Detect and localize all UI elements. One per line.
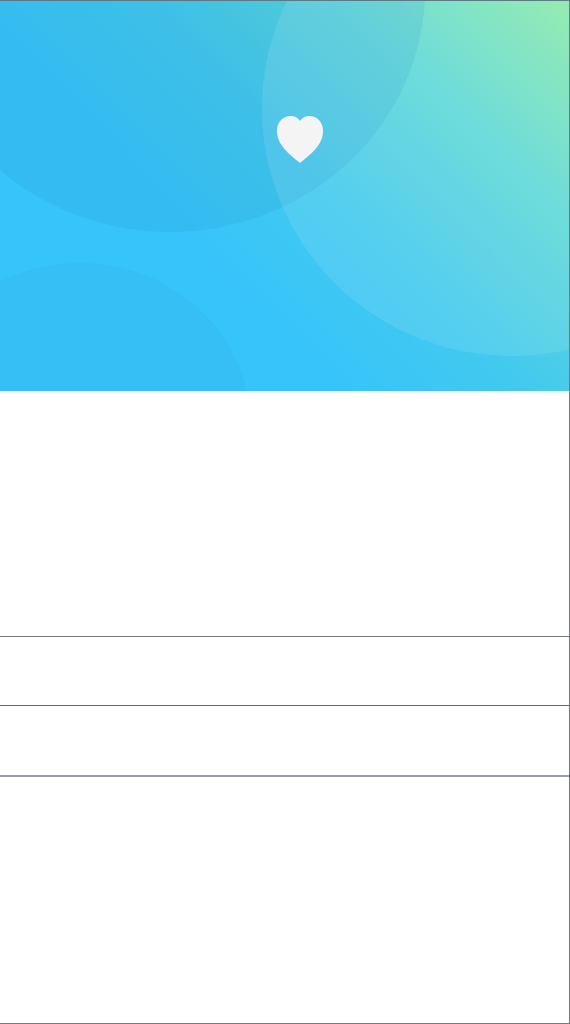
app-screen <box>0 0 570 1024</box>
decorative-circle <box>262 1 569 356</box>
bottom-content-area <box>0 775 569 1023</box>
list-item[interactable] <box>0 705 569 776</box>
hero-banner <box>0 1 569 391</box>
list-item[interactable] <box>0 636 569 706</box>
decorative-circle <box>0 263 250 391</box>
content-area <box>0 391 569 636</box>
heart-icon[interactable] <box>274 114 326 164</box>
